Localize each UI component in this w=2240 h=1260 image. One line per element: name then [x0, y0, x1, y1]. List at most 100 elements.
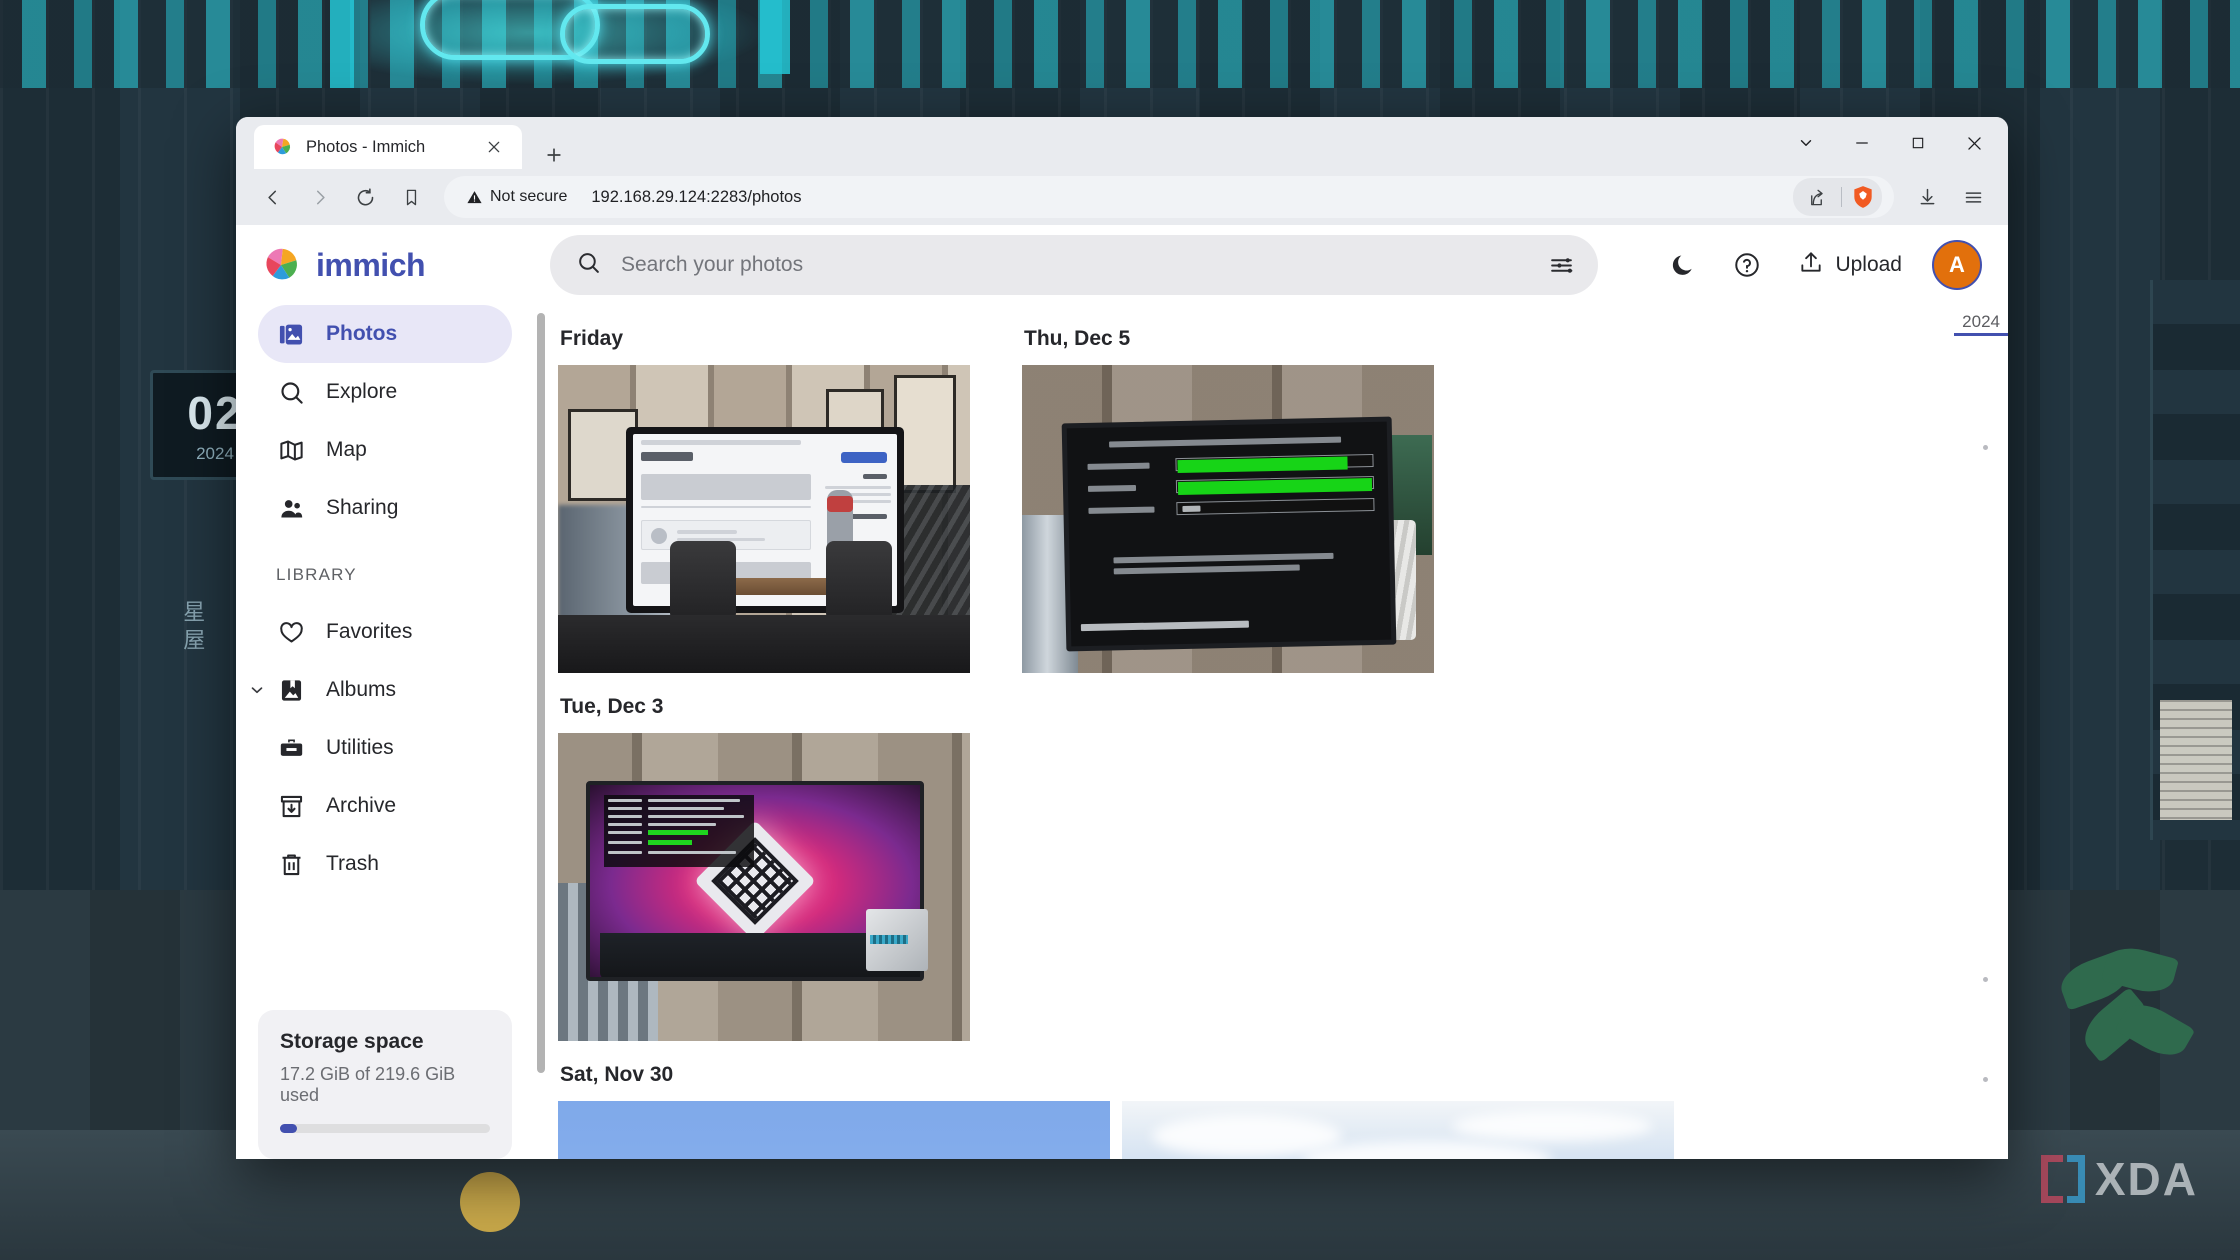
sidebar-item-favorites[interactable]: Favorites: [258, 603, 512, 661]
filter-sliders-icon[interactable]: [1538, 242, 1584, 288]
close-icon[interactable]: [1946, 117, 2002, 169]
heart-icon: [276, 617, 306, 647]
storage-progress-fill: [280, 1124, 297, 1133]
toolbox-icon: [276, 733, 306, 763]
search-icon: [576, 250, 601, 280]
sidebar-item-label: Albums: [326, 678, 397, 701]
photo-thumbnail[interactable]: [558, 365, 970, 673]
timeline-row-2: Tue, Dec 3: [558, 695, 2008, 1041]
bookmark-icon[interactable]: [390, 176, 432, 218]
upload-button[interactable]: Upload: [1790, 243, 1910, 287]
avatar-initial: A: [1949, 252, 1965, 277]
xda-watermark: XDA: [2040, 1152, 2198, 1206]
photo-thumbnail[interactable]: [558, 1101, 1110, 1159]
xda-wordmark: XDA: [2094, 1153, 2198, 1205]
sidebar-item-label: Archive: [326, 794, 397, 817]
chevron-down-icon[interactable]: [1778, 117, 1834, 169]
timeline-row-3: Sat, Nov 30: [558, 1063, 2008, 1159]
sidebar-item-label: Trash: [326, 852, 379, 875]
moon-icon[interactable]: [1662, 244, 1704, 286]
round-sign: [460, 1172, 520, 1232]
calendar-year: 2024: [196, 444, 234, 463]
day-group-friday: Friday: [558, 327, 970, 673]
sidebar-item-trash[interactable]: Trash: [258, 835, 512, 893]
window-controls: [1778, 117, 2002, 169]
sidebar-item-map[interactable]: Map: [258, 421, 512, 479]
teal-block-b: [760, 0, 790, 74]
hamburger-menu-icon[interactable]: [1952, 176, 1994, 218]
search-icon: [276, 377, 306, 407]
sidebar-item-photos[interactable]: Photos: [258, 305, 512, 363]
maximize-icon[interactable]: [1890, 117, 1946, 169]
neon-tube-b: [560, 4, 710, 64]
photo-thumbnail[interactable]: [558, 733, 970, 1041]
immich-logo-icon: [271, 136, 293, 158]
sidebar-item-label: Utilities: [326, 736, 394, 759]
sidebar-item-archive[interactable]: Archive: [258, 777, 512, 835]
people-icon: [276, 493, 306, 523]
app-brand-name: immich: [316, 246, 426, 283]
omnibox-actions: [1793, 178, 1882, 216]
new-tab-button[interactable]: [540, 141, 568, 169]
xda-bracket-icon: [2040, 1155, 2085, 1203]
chevron-down-icon[interactable]: [248, 681, 266, 699]
day-label: Sat, Nov 30: [560, 1063, 674, 1086]
day-group-tue-dec-3: Tue, Dec 3: [558, 695, 2008, 1041]
sidebar-item-label: Favorites: [326, 620, 413, 643]
browser-toolbar: Not secure 192.168.29.124:2283/photos: [236, 169, 2008, 225]
header-actions: Upload A: [1632, 240, 1982, 290]
url-text: 192.168.29.124:2283/photos: [591, 187, 802, 206]
storage-space-card: Storage space 17.2 GiB of 219.6 GiB used: [258, 1010, 512, 1159]
day-label: Friday: [560, 327, 624, 350]
sidebar-item-albums[interactable]: Albums: [251, 661, 512, 719]
archive-box-icon: [276, 791, 306, 821]
potted-plant: [2050, 941, 2200, 1140]
storage-title: Storage space: [280, 1030, 424, 1053]
security-indicator[interactable]: Not secure: [466, 188, 567, 206]
sidebar-item-explore[interactable]: Explore: [258, 363, 512, 421]
brave-lion-shield-icon[interactable]: [1850, 184, 1876, 210]
upload-arrow-icon: [1798, 249, 1824, 281]
day-label: Thu, Dec 5: [1024, 327, 1131, 350]
photo-timeline: Friday Thu, Dec 5 Tue, Dec 3 Sat, Nov 30…: [534, 305, 2008, 1159]
app-brand[interactable]: immich: [260, 244, 550, 286]
back-arrow-icon[interactable]: [252, 176, 294, 218]
sidebar-section-library: LIBRARY: [276, 565, 357, 584]
search-placeholder: Search your photos: [621, 253, 804, 276]
close-icon[interactable]: [480, 133, 508, 161]
sidebar-item-label: Photos: [326, 322, 398, 345]
question-circle-icon[interactable]: [1726, 244, 1768, 286]
browser-tab-strip: Photos - Immich: [236, 117, 2008, 169]
browser-tab[interactable]: Photos - Immich: [254, 125, 522, 169]
sidebar: Photos Explore Map Sharing LIBRARY Favor…: [236, 305, 534, 1159]
reload-icon[interactable]: [344, 176, 386, 218]
warning-triangle-icon: [467, 190, 482, 203]
search-input[interactable]: Search your photos: [550, 235, 1598, 295]
album-icon: [276, 675, 306, 705]
share-icon[interactable]: [1799, 180, 1833, 214]
sidebar-item-label: Map: [326, 438, 367, 461]
storage-progress-track: [280, 1124, 490, 1133]
trash-icon: [276, 849, 306, 879]
wall-vertical-text: 星屋: [180, 600, 206, 656]
day-group-sat-nov-30: Sat, Nov 30: [558, 1063, 2008, 1159]
calendar-day: 02: [187, 387, 243, 439]
photo-thumbnail[interactable]: [1122, 1101, 1674, 1159]
day-group-thu-dec-5: Thu, Dec 5: [1022, 327, 1434, 673]
timeline-row-1: Friday Thu, Dec 5: [558, 327, 2008, 673]
storage-detail: 17.2 GiB of 219.6 GiB used: [280, 1064, 456, 1105]
sidebar-item-sharing[interactable]: Sharing: [258, 479, 512, 537]
download-icon[interactable]: [1906, 176, 1948, 218]
sidebar-item-utilities[interactable]: Utilities: [258, 719, 512, 777]
address-bar[interactable]: Not secure 192.168.29.124:2283/photos: [444, 176, 1894, 218]
omnibox-divider: [1841, 187, 1842, 207]
minimize-icon[interactable]: [1834, 117, 1890, 169]
forward-arrow-icon[interactable]: [298, 176, 340, 218]
browser-tab-title: Photos - Immich: [306, 137, 426, 156]
wall-poster: [2160, 700, 2232, 820]
avatar[interactable]: A: [1932, 240, 1982, 290]
security-label: Not secure: [490, 188, 568, 205]
app-header: immich Search your photos Upload A: [236, 225, 2008, 305]
photo-thumbnail[interactable]: [1022, 365, 1434, 673]
upload-label: Upload: [1835, 253, 1902, 276]
